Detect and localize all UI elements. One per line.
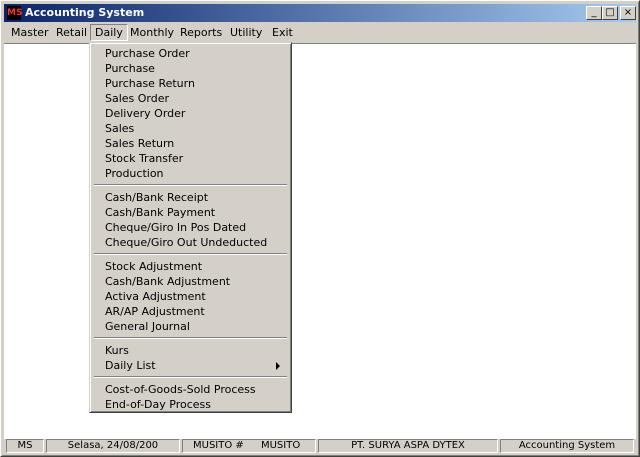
menu-daily[interactable]: Daily bbox=[90, 24, 128, 41]
status-panel-company: PT. SURYA ASPA DYTEX bbox=[318, 439, 498, 453]
daily-dropdown-menu: Purchase Order Purchase Purchase Return … bbox=[89, 42, 292, 413]
menu-item-purchase[interactable]: Purchase bbox=[93, 61, 288, 76]
status-panel-user: MUSITO # MUSITO bbox=[182, 439, 316, 453]
menu-item-end-of-day-process[interactable]: End-of-Day Process bbox=[93, 397, 288, 412]
menu-separator bbox=[94, 184, 287, 186]
menu-item-sales-order[interactable]: Sales Order bbox=[93, 91, 288, 106]
menu-item-sales-return[interactable]: Sales Return bbox=[93, 136, 288, 151]
title-bar[interactable]: MS Accounting System _ □ × bbox=[4, 4, 636, 22]
menu-separator bbox=[94, 337, 287, 339]
menu-item-activa-adjustment[interactable]: Activa Adjustment bbox=[93, 289, 288, 304]
status-panel-app: Accounting System bbox=[500, 439, 634, 453]
status-panel-module: MS bbox=[6, 439, 44, 453]
menu-retail[interactable]: Retail bbox=[51, 24, 92, 41]
menu-item-cogs-process[interactable]: Cost-of-Goods-Sold Process bbox=[93, 382, 288, 397]
menu-item-stock-adjustment[interactable]: Stock Adjustment bbox=[93, 259, 288, 274]
menu-item-daily-list[interactable]: Daily List bbox=[93, 358, 288, 373]
menu-item-ar-ap-adjustment[interactable]: AR/AP Adjustment bbox=[93, 304, 288, 319]
menu-item-cash-bank-receipt[interactable]: Cash/Bank Receipt bbox=[93, 190, 288, 205]
menu-item-cheque-giro-in-pos-dated[interactable]: Cheque/Giro In Pos Dated bbox=[93, 220, 288, 235]
menu-item-purchase-order[interactable]: Purchase Order bbox=[93, 46, 288, 61]
menu-item-cash-bank-payment[interactable]: Cash/Bank Payment bbox=[93, 205, 288, 220]
app-icon[interactable]: MS bbox=[7, 6, 22, 20]
menu-bar: Master Retail Daily Monthly Reports Util… bbox=[4, 23, 636, 42]
menu-item-cash-bank-adjustment[interactable]: Cash/Bank Adjustment bbox=[93, 274, 288, 289]
window-title: Accounting System bbox=[25, 6, 145, 19]
close-button[interactable]: × bbox=[620, 6, 636, 20]
menu-item-sales[interactable]: Sales bbox=[93, 121, 288, 136]
minimize-button[interactable]: _ bbox=[586, 6, 602, 20]
menu-separator bbox=[94, 253, 287, 255]
menu-utility[interactable]: Utility bbox=[225, 24, 267, 41]
menu-reports[interactable]: Reports bbox=[175, 24, 227, 41]
menu-item-kurs[interactable]: Kurs bbox=[93, 343, 288, 358]
menu-item-delivery-order[interactable]: Delivery Order bbox=[93, 106, 288, 121]
status-user-label: MUSITO # bbox=[193, 440, 244, 451]
submenu-arrow-icon bbox=[276, 362, 280, 370]
status-user-name: MUSITO bbox=[260, 440, 301, 451]
menu-item-daily-list-label: Daily List bbox=[105, 359, 156, 372]
menu-item-general-journal[interactable]: General Journal bbox=[93, 319, 288, 334]
menu-item-production[interactable]: Production bbox=[93, 166, 288, 181]
menu-item-stock-transfer[interactable]: Stock Transfer bbox=[93, 151, 288, 166]
menu-master[interactable]: Master bbox=[6, 24, 54, 41]
menu-separator bbox=[94, 376, 287, 378]
menu-exit[interactable]: Exit bbox=[267, 24, 298, 41]
menu-item-purchase-return[interactable]: Purchase Return bbox=[93, 76, 288, 91]
menu-monthly[interactable]: Monthly bbox=[125, 24, 179, 41]
status-panel-date: Selasa, 24/08/200 bbox=[46, 439, 180, 453]
menu-item-cheque-giro-out-undeducted[interactable]: Cheque/Giro Out Undeducted bbox=[93, 235, 288, 250]
application-window: MS Accounting System _ □ × Master Retail… bbox=[0, 0, 640, 457]
status-bar: MS Selasa, 24/08/200 MUSITO # MUSITO PT.… bbox=[4, 439, 636, 455]
maximize-button[interactable]: □ bbox=[602, 6, 618, 20]
